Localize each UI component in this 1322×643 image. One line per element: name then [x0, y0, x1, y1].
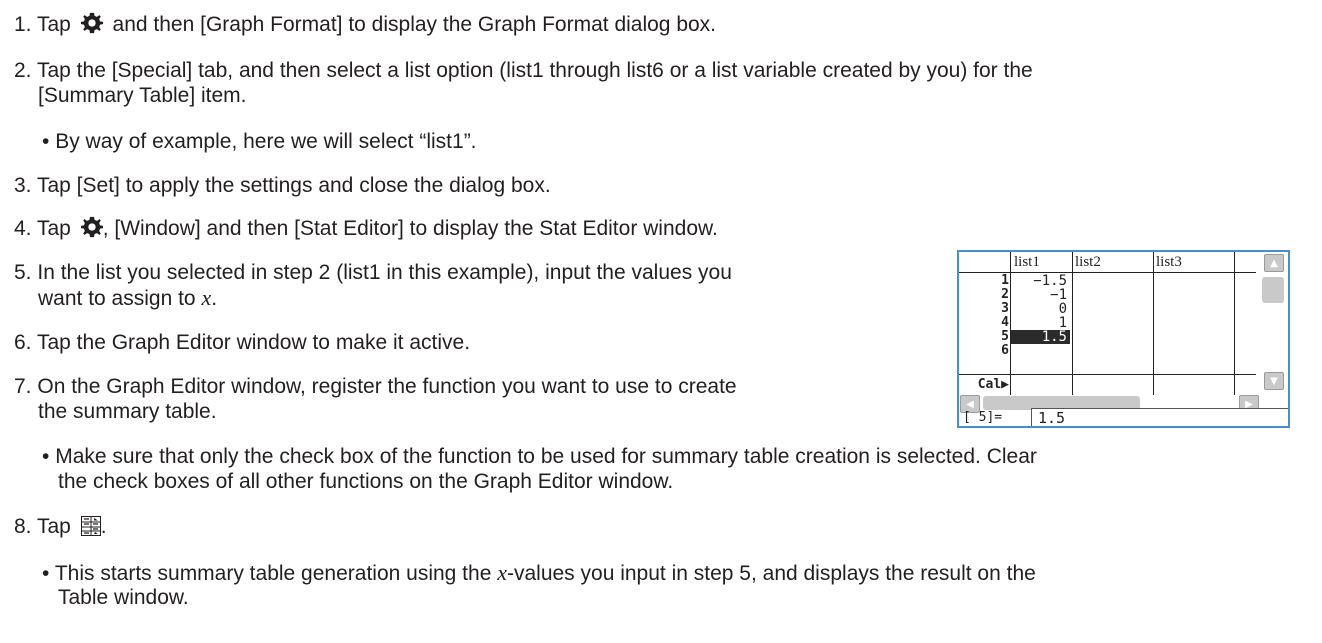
bullet: •	[42, 562, 50, 585]
step-number: 6.	[14, 331, 32, 354]
step-text: In the list you selected in step 2 (list…	[37, 261, 732, 284]
scroll-down-button[interactable]: ▼	[1264, 372, 1284, 390]
step-text: want to assign to	[38, 287, 196, 310]
step-text: .	[100, 515, 107, 538]
row-number: 5	[1001, 329, 1009, 344]
gear-icon	[80, 216, 103, 238]
step-5-continued: want to assign to x.	[38, 285, 217, 311]
list1-cell[interactable]: 1	[1011, 316, 1070, 330]
step-3: 3. Tap [Set] to apply the settings and c…	[14, 173, 551, 198]
row-number: 2	[1001, 287, 1009, 302]
step-8-bullet: • This starts summary table generation u…	[42, 560, 1036, 586]
step-7-continued: the summary table.	[38, 399, 217, 424]
step-number: 5.	[14, 261, 32, 284]
cal-row-label[interactable]: Cal▶	[959, 376, 1009, 394]
list1-cell[interactable]	[1011, 344, 1070, 358]
step-4: 4. Tap , [Window] and then [Stat Editor]…	[14, 216, 718, 241]
step-7-bullet-continued: the check boxes of all other functions o…	[58, 469, 673, 494]
scroll-up-button[interactable]: ▲	[1264, 254, 1284, 272]
step-2-continued: [Summary Table] item.	[38, 83, 247, 108]
row-number: 4	[1001, 315, 1009, 330]
step-text: , [Window] and then [Stat Editor] to dis…	[102, 217, 718, 240]
bullet: •	[42, 445, 50, 468]
step-text: On the Graph Editor window, register the…	[37, 375, 737, 398]
bullet-text: -values you input in step 5, and display…	[506, 562, 1036, 585]
step-2-bullet: • By way of example, here we will select…	[42, 129, 477, 154]
list1-cell[interactable]: −1	[1011, 288, 1070, 302]
step-text: [Summary Table] item.	[38, 84, 247, 107]
entry-field[interactable]: 1.5	[1031, 408, 1288, 426]
step-7-bullet: • Make sure that only the check box of t…	[42, 444, 1037, 469]
step-text: Tap [Set] to apply the settings and clos…	[36, 174, 551, 197]
step-7: 7. On the Graph Editor window, register …	[14, 374, 737, 399]
list1-cell[interactable]: −1.5	[1011, 274, 1070, 288]
step-text: Tap	[36, 515, 71, 538]
step-text: the summary table.	[38, 400, 217, 423]
step-8: 8. Tap .	[14, 514, 107, 539]
column-header-list3[interactable]: list3	[1156, 253, 1182, 271]
step-8-bullet-continued: Table window.	[58, 585, 189, 610]
bullet-text: the check boxes of all other functions o…	[58, 470, 674, 493]
summary-table-icon	[80, 516, 101, 536]
variable-x: x	[497, 560, 507, 585]
step-6: 6. Tap the Graph Editor window to make i…	[14, 330, 470, 355]
entry-cell-label: [ 5]=	[963, 410, 1003, 425]
step-number: 3.	[14, 174, 32, 197]
step-5: 5. In the list you selected in step 2 (l…	[14, 260, 732, 285]
step-number: 1.	[14, 13, 32, 36]
stat-editor-window: list1 list2 list3 1 2 3 4 5 6 −1.5 −1 0 …	[957, 250, 1290, 428]
gear-icon	[80, 12, 103, 34]
step-text: .	[211, 287, 218, 310]
row-number: 1	[1001, 273, 1009, 288]
bullet: •	[42, 130, 50, 153]
variable-x: x	[201, 285, 212, 310]
step-text: Tap	[36, 13, 71, 36]
step-number: 4.	[14, 217, 32, 240]
row-number: 3	[1001, 301, 1009, 316]
step-1: 1. Tap and then [Graph Format] to displa…	[14, 12, 716, 37]
column-header-list1[interactable]: list1	[1014, 253, 1040, 271]
bullet-text: Table window.	[58, 586, 189, 609]
bullet-text: By way of example, here we will select “…	[55, 130, 477, 153]
list1-cell[interactable]: 0	[1011, 302, 1070, 316]
step-number: 8.	[14, 515, 32, 538]
step-number: 7.	[14, 375, 32, 398]
bullet-text: This starts summary table generation usi…	[54, 562, 492, 585]
cal-divider	[959, 374, 1256, 375]
step-text: Tap the Graph Editor window to make it a…	[36, 331, 471, 354]
column-header-list2[interactable]: list2	[1075, 253, 1101, 271]
row-number: 6	[1001, 343, 1009, 358]
step-2: 2. Tap the [Special] tab, and then selec…	[14, 58, 1033, 83]
vertical-scroll-thumb[interactable]	[1262, 277, 1284, 303]
step-text: and then [Graph Format] to display the G…	[112, 13, 717, 36]
list1-cell-selected[interactable]: 1.5	[1011, 330, 1070, 344]
step-text: Tap the [Special] tab, and then select a…	[36, 59, 1033, 82]
step-text: Tap	[36, 217, 71, 240]
step-number: 2.	[14, 59, 32, 82]
bullet-text: Make sure that only the check box of the…	[55, 445, 1037, 468]
